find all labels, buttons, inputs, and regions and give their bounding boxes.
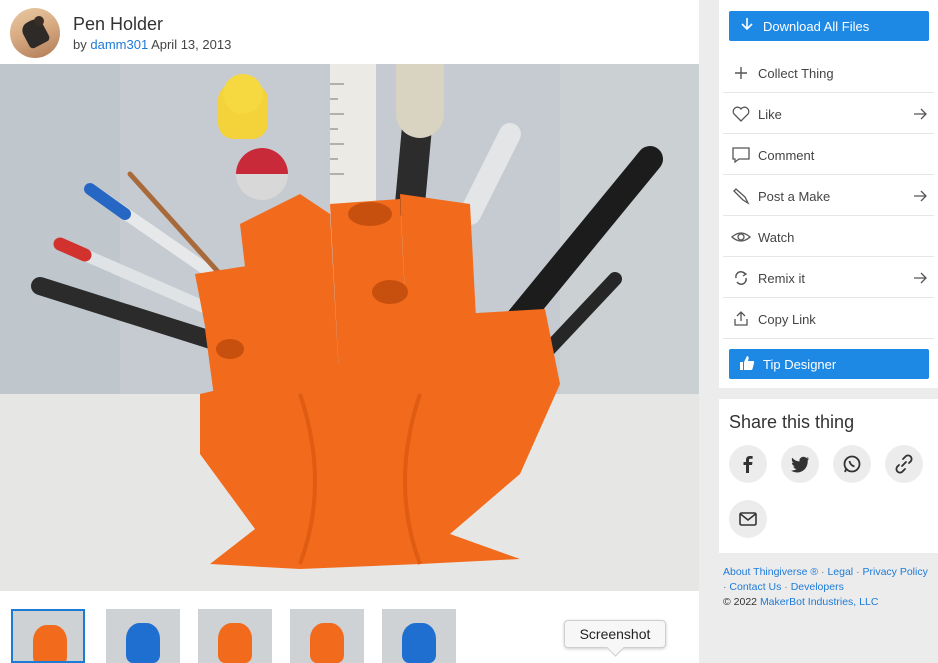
thumbnail-1[interactable] [11, 609, 85, 663]
arrow-right-icon [914, 108, 927, 120]
thing-title: Pen Holder [73, 14, 164, 34]
plus-icon [735, 67, 747, 79]
footer-copyright: © 2022 [723, 596, 758, 608]
download-all-label: Download All Files [763, 19, 870, 34]
thumbnail-5[interactable] [382, 609, 456, 663]
thing-byline: by damm301 April 13, 2013 [73, 37, 231, 52]
footer-about-link[interactable]: About Thingiverse ® [723, 566, 818, 578]
copy-link-label: Copy Link [758, 312, 816, 327]
twitter-icon [791, 456, 809, 473]
footer-separator: · [723, 581, 727, 593]
make-icon [733, 188, 750, 205]
post-a-make-label: Post a Make [758, 189, 831, 204]
facebook-icon [743, 456, 753, 473]
watch-label: Watch [758, 230, 795, 245]
author-link[interactable]: damm301 [90, 37, 148, 52]
footer-separator: · [821, 566, 825, 578]
footer-separator: · [856, 566, 860, 578]
post-a-make-button[interactable]: Post a Make [723, 175, 934, 216]
share-whatsapp-button[interactable] [833, 445, 871, 483]
collect-thing-button[interactable]: Collect Thing [723, 52, 934, 93]
like-button[interactable]: Like [723, 93, 934, 134]
eye-icon [731, 232, 751, 242]
share-email-button[interactable] [729, 500, 767, 538]
share-twitter-button[interactable] [781, 445, 819, 483]
author-avatar[interactable] [10, 8, 60, 58]
copy-link-button[interactable]: Copy Link [723, 298, 934, 339]
thing-main: Pen Holder by damm301 April 13, 2013 [0, 0, 699, 663]
footer-separator: · [784, 581, 788, 593]
email-icon [739, 512, 757, 526]
footer-company-link[interactable]: MakerBot Industries, LLC [760, 596, 878, 608]
download-all-button[interactable]: Download All Files [729, 11, 929, 41]
share-facebook-button[interactable] [729, 445, 767, 483]
arrow-right-icon [914, 272, 927, 284]
share-icon [734, 311, 748, 326]
tip-designer-label: Tip Designer [763, 357, 837, 372]
remix-icon [735, 271, 748, 285]
share-link-button[interactable] [885, 445, 923, 483]
like-label: Like [758, 107, 782, 122]
tip-designer-button[interactable]: Tip Designer [729, 349, 929, 379]
remix-label: Remix it [758, 271, 805, 286]
share-section: Share this thing [719, 399, 938, 553]
thumbs-up-icon [740, 356, 755, 370]
footer-privacy-link[interactable]: Privacy Policy [863, 566, 928, 578]
action-panel: Download All Files Collect Thing Like Co… [719, 0, 938, 388]
thumbnail-2[interactable] [106, 609, 180, 663]
arrow-right-icon [914, 190, 927, 202]
thumbnail-3[interactable] [198, 609, 272, 663]
comment-button[interactable]: Comment [723, 134, 934, 175]
footer-contact-link[interactable]: Contact Us [729, 581, 781, 593]
thumbnail-4[interactable] [290, 609, 364, 663]
footer-legal-link[interactable]: Legal [827, 566, 853, 578]
publish-date: April 13, 2013 [151, 37, 232, 52]
comment-label: Comment [758, 148, 815, 163]
whatsapp-icon [843, 455, 861, 473]
footer-developers-link[interactable]: Developers [791, 581, 844, 593]
collect-thing-label: Collect Thing [758, 66, 834, 81]
main-photo[interactable] [0, 64, 699, 591]
screenshot-tooltip: Screenshot [564, 620, 666, 648]
thing-header: Pen Holder by damm301 April 13, 2013 [0, 0, 699, 64]
heart-icon [732, 106, 750, 122]
comment-icon [732, 147, 750, 164]
by-label: by [73, 37, 87, 52]
watch-button[interactable]: Watch [723, 216, 934, 257]
remix-button[interactable]: Remix it [723, 257, 934, 298]
share-title: Share this thing [729, 412, 855, 432]
link-icon [895, 454, 913, 474]
download-icon [741, 18, 753, 31]
